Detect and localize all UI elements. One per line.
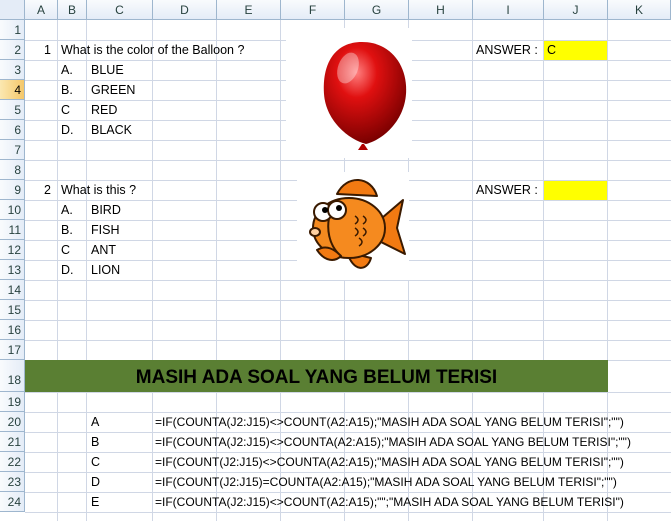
row-header-selected[interactable]: 4 bbox=[0, 80, 25, 100]
formula-label[interactable]: A bbox=[91, 412, 99, 432]
column-header-d[interactable]: D bbox=[153, 0, 217, 20]
column-header-h[interactable]: H bbox=[409, 0, 473, 20]
q1-option-text[interactable]: GREEN bbox=[91, 80, 135, 100]
q1-option-letter[interactable]: B. bbox=[61, 80, 73, 100]
row-header[interactable]: 13 bbox=[0, 260, 25, 280]
column-header-b[interactable]: B bbox=[58, 0, 87, 20]
q2-option-letter[interactable]: B. bbox=[61, 220, 73, 240]
select-all-corner[interactable] bbox=[0, 0, 25, 20]
formula-label[interactable]: C bbox=[91, 452, 100, 472]
row-header[interactable]: 2 bbox=[0, 40, 25, 60]
row-header[interactable]: 20 bbox=[0, 412, 25, 432]
orange-fish-icon bbox=[309, 179, 406, 269]
q1-answer-value[interactable]: C bbox=[547, 40, 556, 60]
q1-option-letter[interactable]: D. bbox=[61, 120, 74, 140]
row-header[interactable]: 14 bbox=[0, 280, 25, 300]
column-header-i[interactable]: I bbox=[473, 0, 544, 20]
q2-option-text[interactable]: BIRD bbox=[91, 200, 121, 220]
row-header[interactable]: 8 bbox=[0, 160, 25, 180]
row-header[interactable]: 15 bbox=[0, 300, 25, 320]
row-header[interactable]: 11 bbox=[0, 220, 25, 240]
row-header[interactable]: 24 bbox=[0, 492, 25, 512]
q2-option-text[interactable]: FISH bbox=[91, 220, 119, 240]
row-header[interactable]: 10 bbox=[0, 200, 25, 220]
row-header[interactable]: 19 bbox=[0, 392, 25, 412]
q1-answer-label[interactable]: ANSWER : bbox=[476, 40, 538, 60]
q1-option-letter[interactable]: A. bbox=[61, 60, 73, 80]
q2-answer-cell[interactable] bbox=[544, 181, 607, 200]
q2-answer-label[interactable]: ANSWER : bbox=[476, 180, 538, 200]
q2-option-letter[interactable]: A. bbox=[61, 200, 73, 220]
formula-label[interactable]: D bbox=[91, 472, 100, 492]
row-header[interactable]: 1 bbox=[0, 20, 25, 40]
column-header-c[interactable]: C bbox=[87, 0, 153, 20]
red-balloon-image[interactable] bbox=[286, 28, 412, 158]
row-header[interactable]: 22 bbox=[0, 452, 25, 472]
q1-option-letter[interactable]: C bbox=[61, 100, 70, 120]
q2-number[interactable]: 2 bbox=[44, 180, 51, 200]
q2-option-letter[interactable]: C bbox=[61, 240, 70, 260]
formula-text[interactable]: =IF(COUNTA(J2:J15)<>COUNTA(A2:A15);"MASI… bbox=[155, 432, 631, 452]
status-banner[interactable]: MASIH ADA SOAL YANG BELUM TERISI bbox=[25, 360, 608, 392]
column-header-j[interactable]: J bbox=[544, 0, 608, 20]
row-header[interactable]: 16 bbox=[0, 320, 25, 340]
formula-text[interactable]: =IF(COUNT(J2:J15)<>COUNTA(A2:A15);"MASIH… bbox=[155, 452, 624, 472]
row-header[interactable]: 5 bbox=[0, 100, 25, 120]
q2-option-text[interactable]: LION bbox=[91, 260, 120, 280]
q2-question[interactable]: What is this ? bbox=[61, 180, 136, 200]
row-header[interactable]: 3 bbox=[0, 60, 25, 80]
row-header[interactable]: 18 bbox=[0, 360, 25, 392]
q2-option-letter[interactable]: D. bbox=[61, 260, 74, 280]
q2-option-text[interactable]: ANT bbox=[91, 240, 116, 260]
column-header-a[interactable]: A bbox=[25, 0, 58, 20]
q1-number[interactable]: 1 bbox=[44, 40, 51, 60]
formula-label[interactable]: E bbox=[91, 492, 99, 512]
formula-text[interactable]: =IF(COUNTA(J2:J15)<>COUNT(A2:A15);"MASIH… bbox=[155, 412, 624, 432]
row-header[interactable]: 12 bbox=[0, 240, 25, 260]
formula-label[interactable]: B bbox=[91, 432, 99, 452]
row-header[interactable]: 23 bbox=[0, 472, 25, 492]
column-header-k[interactable]: K bbox=[608, 0, 671, 20]
formula-text[interactable]: =IF(COUNT(J2:J15)=COUNTA(A2:A15);"MASIH … bbox=[155, 472, 617, 492]
red-balloon-icon bbox=[323, 42, 407, 150]
column-header-f[interactable]: F bbox=[281, 0, 345, 20]
row-header[interactable]: 7 bbox=[0, 140, 25, 160]
orange-fish-image[interactable] bbox=[297, 172, 409, 280]
q1-option-text[interactable]: RED bbox=[91, 100, 117, 120]
formula-text[interactable]: =IF(COUNTA(J2:J15)<>COUNT(A2:A15);"";"MA… bbox=[155, 492, 624, 512]
row-header[interactable]: 17 bbox=[0, 340, 25, 360]
row-header[interactable]: 6 bbox=[0, 120, 25, 140]
column-header-e[interactable]: E bbox=[217, 0, 281, 20]
row-header[interactable]: 21 bbox=[0, 432, 25, 452]
q1-option-text[interactable]: BLUE bbox=[91, 60, 124, 80]
column-header-g[interactable]: G bbox=[345, 0, 409, 20]
row-header[interactable]: 9 bbox=[0, 180, 25, 200]
q1-question[interactable]: What is the color of the Balloon ? bbox=[61, 40, 244, 60]
q1-option-text[interactable]: BLACK bbox=[91, 120, 132, 140]
